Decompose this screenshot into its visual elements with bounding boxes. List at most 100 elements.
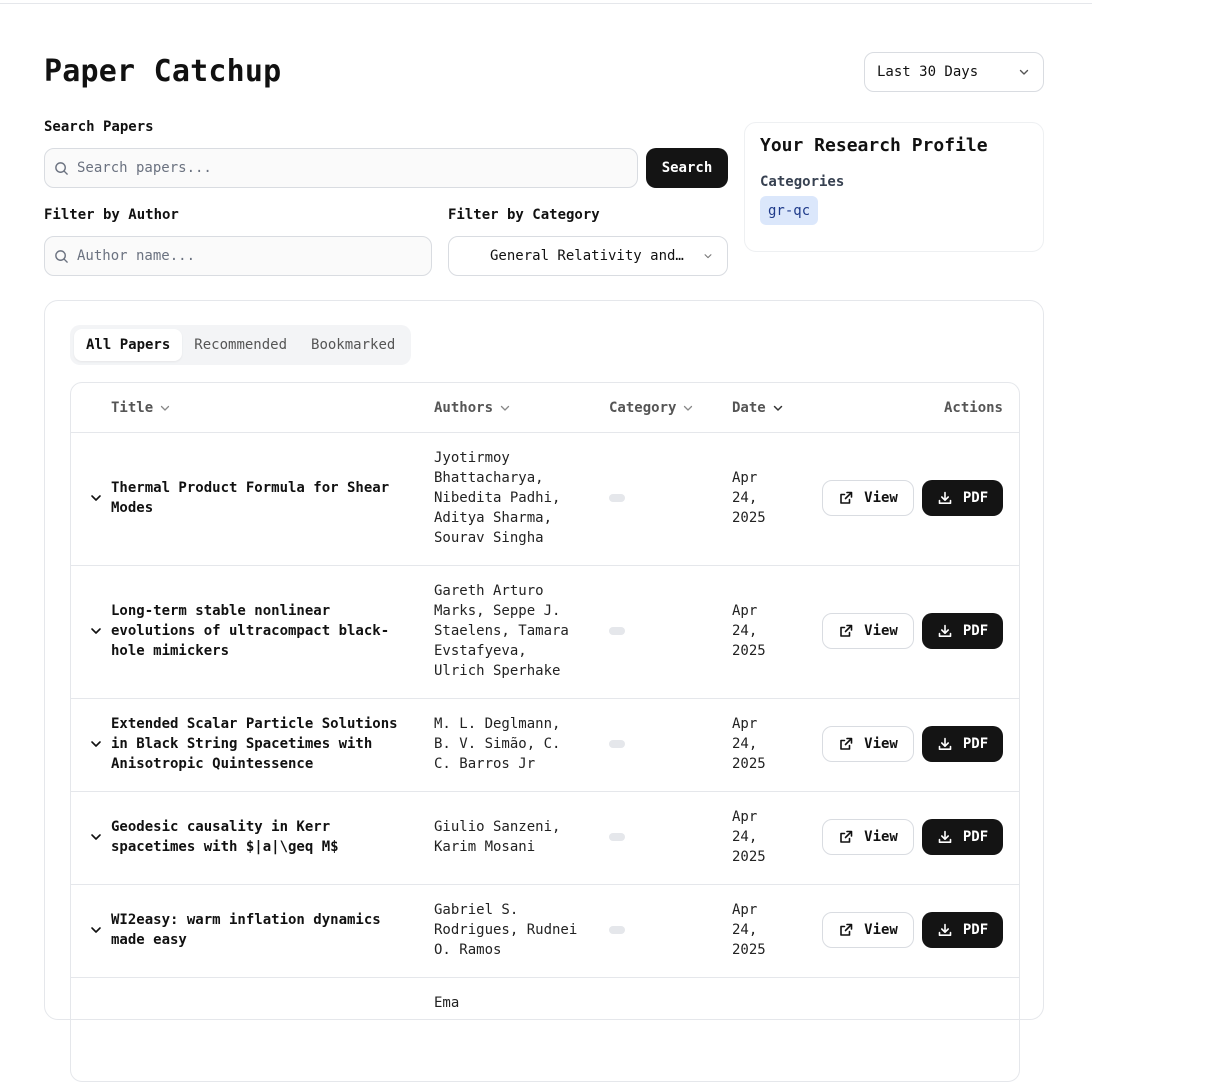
sort-chevron-icon (500, 405, 510, 411)
category-select-value: General Relativity and… (490, 248, 684, 264)
paper-authors: Gabriel S. Rodrigues, Rudnei O. Ramos (434, 902, 578, 958)
view-label: View (864, 736, 898, 752)
sort-chevron-icon (161, 405, 170, 411)
pdf-label: PDF (962, 829, 989, 845)
external-link-icon (840, 830, 853, 843)
search-icon (55, 249, 68, 263)
external-link-icon (840, 923, 853, 936)
table-row: WI2easy: warm inflation dynamics made ea… (71, 884, 1019, 978)
column-category-header[interactable]: Category (609, 383, 694, 432)
research-profile-card: Your Research Profile Categories gr-qc (744, 122, 1044, 252)
chevron-down-icon (1017, 65, 1031, 79)
column-title-label: Title (111, 399, 154, 416)
column-date-label: Date (732, 399, 766, 416)
download-icon (938, 624, 952, 637)
pdf-label: PDF (962, 490, 989, 506)
chevron-down-icon[interactable] (89, 624, 103, 638)
paper-title[interactable]: Extended Scalar Particle Solutions in Bl… (111, 714, 411, 774)
category-pill (609, 926, 625, 934)
paper-title[interactable]: Geodesic causality in Kerr spacetimes wi… (111, 817, 411, 857)
category-badge: gr-qc (760, 196, 819, 225)
chevron-down-icon[interactable] (89, 923, 103, 937)
paper-title[interactable]: WI2easy: warm inflation dynamics made ea… (111, 910, 411, 950)
profile-title: Your Research Profile (760, 135, 988, 156)
paper-date: Apr 24, 2025 (732, 470, 766, 526)
column-category-label: Category (609, 399, 677, 416)
sort-chevron-icon (684, 405, 693, 411)
view-label: View (864, 623, 898, 639)
tab-bookmarked[interactable]: Bookmarked (299, 329, 407, 361)
tab-list: All Papers Recommended Bookmarked (70, 325, 412, 365)
author-field[interactable] (44, 236, 432, 276)
chevron-down-icon[interactable] (89, 737, 103, 751)
table-row: Extended Scalar Particle Solutions in Bl… (71, 698, 1019, 792)
author-input[interactable] (77, 248, 431, 264)
table-row: Ema (71, 977, 1019, 1081)
pdf-download-button[interactable]: PDF (922, 819, 1003, 855)
paper-date: Apr 24, 2025 (732, 603, 766, 659)
pdf-download-button[interactable]: PDF (922, 613, 1003, 649)
search-input[interactable] (77, 160, 637, 176)
table-row: Thermal Product Formula for Shear Modes … (71, 432, 1019, 566)
download-icon (938, 491, 952, 504)
search-label: Search Papers (44, 119, 154, 135)
chevron-down-icon[interactable] (89, 491, 103, 505)
external-link-icon (840, 624, 853, 637)
view-button[interactable]: View (822, 912, 914, 948)
profile-categories-label: Categories (760, 174, 845, 190)
papers-card: All Papers Recommended Bookmarked Title … (44, 300, 1044, 1082)
view-label: View (864, 922, 898, 938)
table-header: Title Authors Category Date Actions (71, 383, 1019, 433)
date-range-value: Last 30 Days (877, 64, 979, 80)
download-icon (938, 737, 952, 750)
category-pill (609, 627, 625, 635)
column-title-header[interactable]: Title (111, 383, 171, 432)
view-label: View (864, 829, 898, 845)
pdf-download-button[interactable]: PDF (922, 726, 1003, 762)
column-actions-header: Actions (944, 383, 1003, 432)
page-title: Paper Catchup (44, 54, 282, 89)
external-link-icon (840, 491, 853, 504)
chevron-down-icon (701, 249, 715, 263)
paper-authors: Gareth Arturo Marks, Seppe J. Staelens, … (434, 583, 569, 679)
tab-all-papers[interactable]: All Papers (74, 329, 183, 361)
column-date-header[interactable]: Date (732, 383, 784, 432)
pdf-label: PDF (962, 922, 989, 938)
chevron-down-icon[interactable] (89, 830, 103, 844)
view-button[interactable]: View (822, 726, 914, 762)
column-authors-header[interactable]: Authors (434, 383, 511, 432)
table-row: Geodesic causality in Kerr spacetimes wi… (71, 791, 1019, 885)
top-divider (0, 3, 1092, 4)
column-actions-label: Actions (943, 399, 1003, 416)
pdf-download-button[interactable]: PDF (922, 912, 1003, 948)
date-range-select[interactable]: Last 30 Days (864, 52, 1044, 92)
paper-date: Apr 24, 2025 (732, 716, 766, 772)
tab-recommended[interactable]: Recommended (182, 329, 299, 361)
pdf-download-button[interactable]: PDF (922, 480, 1003, 516)
column-authors-label: Authors (434, 399, 494, 416)
download-icon (938, 923, 952, 936)
paper-authors: Giulio Sanzeni, Karim Mosani (434, 819, 561, 855)
paper-authors: M. L. Deglmann, B. V. Simão, C. C. Barro… (434, 716, 561, 772)
search-button[interactable]: Search (646, 148, 728, 188)
category-filter-label: Filter by Category (448, 207, 600, 223)
view-label: View (864, 490, 898, 506)
category-select[interactable]: General Relativity and… (448, 236, 728, 276)
paper-title[interactable]: Long-term stable nonlinear evolutions of… (111, 601, 411, 661)
search-field[interactable] (44, 148, 638, 188)
category-pill (609, 494, 625, 502)
paper-authors: Ema (434, 995, 460, 1011)
category-pill (609, 740, 625, 748)
table-row: Long-term stable nonlinear evolutions of… (71, 565, 1019, 699)
author-filter-label: Filter by Author (44, 207, 179, 223)
paper-title[interactable]: Thermal Product Formula for Shear Modes (111, 478, 411, 518)
view-button[interactable]: View (822, 613, 914, 649)
download-icon (938, 830, 952, 843)
sort-chevron-icon (773, 405, 782, 411)
search-icon (55, 161, 68, 175)
papers-table: Title Authors Category Date Actions Ther (70, 382, 1020, 1082)
external-link-icon (840, 737, 853, 750)
view-button[interactable]: View (822, 480, 914, 516)
pdf-label: PDF (962, 623, 989, 639)
view-button[interactable]: View (822, 819, 914, 855)
